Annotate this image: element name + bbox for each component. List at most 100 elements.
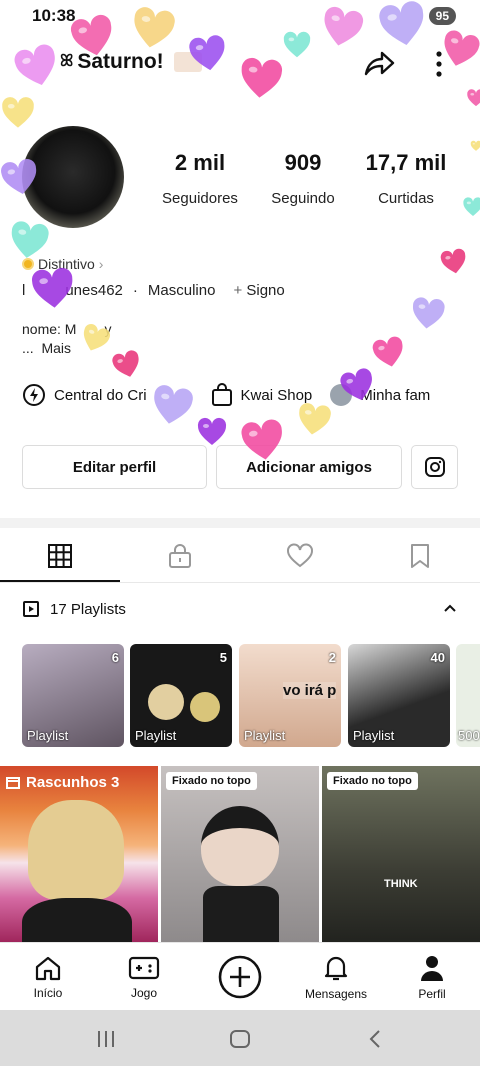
followers-label: Seguidores [162, 190, 238, 207]
recent-apps-icon[interactable] [96, 1030, 116, 1048]
playlist-card[interactable]: vo irá p 2 Playlist [239, 644, 341, 747]
likes-label: Curtidas [378, 190, 434, 207]
instagram-icon [424, 457, 445, 477]
nav-profile-label: Perfil [418, 986, 446, 1001]
bio-text: nome: M [22, 321, 77, 337]
heart-sticker-icon [463, 197, 480, 216]
playlist-card[interactable]: 5 Playlist [130, 644, 232, 747]
pinned-tag: Fixado no topo [327, 772, 418, 790]
heart-sticker-icon [440, 248, 466, 274]
tab-saved[interactable] [360, 530, 480, 582]
shopping-bag-icon [211, 383, 232, 406]
heart-sticker-icon [1, 159, 37, 195]
nav-messages-label: Mensagens [304, 986, 368, 1001]
grid-item-drafts[interactable]: Rascunhos 3 [0, 766, 158, 942]
heart-sticker-icon [14, 44, 55, 86]
playlists-title: 17 Playlists [50, 600, 126, 618]
tab-works[interactable] [0, 530, 120, 582]
gamepad-icon [128, 956, 160, 979]
chevron-right-icon: › [98, 256, 104, 272]
grid-item-pinned[interactable]: Fixado no topo THINK [322, 766, 480, 942]
heart-sticker-icon [241, 419, 282, 460]
bell-icon [324, 956, 348, 980]
heart-sticker-icon [134, 7, 175, 48]
stat-following[interactable]: 909 Seguindo [258, 150, 348, 207]
bottom-navigation: Início Jogo Mensagens Perfil [0, 942, 480, 1011]
heart-sticker-icon [283, 31, 311, 58]
drafts-title: Rascunhos 3 [26, 774, 120, 791]
playlists-header[interactable]: 17 Playlists [22, 600, 126, 618]
following-label: Seguindo [271, 190, 335, 207]
heart-sticker-icon [112, 350, 139, 377]
back-icon[interactable] [368, 1029, 382, 1049]
plus-icon [218, 955, 262, 999]
drafts-icon [6, 776, 20, 789]
sign-button[interactable]: + Signo [233, 282, 284, 299]
nav-messages[interactable]: Mensagens [288, 943, 384, 1011]
nav-game[interactable]: Jogo [96, 943, 192, 1011]
nav-game-label: Jogo [130, 985, 158, 1000]
lock-icon [169, 544, 191, 568]
likes-count: 17,7 mil [365, 150, 447, 175]
playlist-card[interactable]: 6 Playlist [22, 644, 124, 747]
playlist-count: 5 [219, 650, 227, 665]
heart-sticker-icon [154, 385, 193, 424]
playlist-label: Playlist [27, 728, 69, 743]
heart-sticker-icon [379, 1, 424, 46]
heart-sticker-icon [412, 297, 445, 329]
heart-sticker-icon [197, 417, 227, 445]
info-separator: · [132, 282, 138, 299]
system-navigation-bar [0, 1010, 480, 1066]
playlist-count: 40 [430, 650, 445, 665]
content-tabs [0, 530, 480, 583]
pinned-tag: Fixado no topo [166, 772, 257, 790]
profile-icon [421, 955, 443, 981]
gender-label: Masculino [147, 282, 216, 299]
grid-overlay-text: THINK [384, 878, 418, 890]
heart-sticker-icon [324, 6, 364, 46]
link-central-label: Central do Cri [54, 386, 147, 404]
link-shop[interactable]: Kwai Shop [211, 383, 312, 407]
grid-icon [48, 544, 72, 568]
link-central[interactable]: Central do Cri [22, 383, 147, 407]
heart-sticker-icon [241, 57, 283, 98]
nav-home[interactable]: Início [0, 943, 96, 1011]
playlist-count: 6 [111, 650, 119, 665]
heart-sticker-icon [470, 140, 480, 151]
instagram-button[interactable] [411, 445, 458, 489]
stat-followers[interactable]: 2 mil Seguidores [152, 150, 248, 207]
home-button-icon[interactable] [229, 1029, 251, 1049]
heart-sticker-icon [372, 336, 403, 367]
collapse-chevron-icon[interactable] [442, 600, 458, 621]
tab-private[interactable] [120, 530, 240, 582]
heart-sticker-icon [70, 14, 112, 56]
playlist-count: 500 [458, 728, 480, 743]
bookmark-icon [411, 544, 429, 568]
grid-item-pinned[interactable]: Fixado no topo [161, 766, 319, 942]
lightning-icon [23, 384, 45, 406]
playlist-label: Playlist [244, 728, 286, 743]
active-tab-indicator [0, 580, 120, 582]
edit-profile-button[interactable]: Editar perfil [22, 445, 207, 489]
playlist-card[interactable]: 500 [456, 644, 480, 747]
heart-sticker-icon [299, 403, 331, 435]
playlist-card[interactable]: 40 Playlist [348, 644, 450, 747]
nav-profile[interactable]: Perfil [384, 943, 480, 1011]
playlist-label: Playlist [135, 728, 177, 743]
stat-likes[interactable]: 17,7 mil Curtidas [356, 150, 456, 207]
battery-indicator: 95 [428, 7, 456, 25]
nav-home-label: Início [33, 985, 63, 1000]
home-icon [35, 956, 61, 980]
playlist-icon [23, 601, 39, 617]
heart-sticker-icon [31, 267, 73, 308]
heart-sticker-icon [2, 97, 34, 128]
tab-liked[interactable] [240, 530, 360, 582]
nav-create[interactable] [192, 943, 288, 1011]
playlist-count: 2 [328, 650, 336, 665]
heart-sticker-icon [11, 221, 49, 258]
playlist-label: Playlist [353, 728, 395, 743]
playlist-overlay-text: vo irá p [283, 682, 337, 699]
username-ornament-icon: ꕤ [60, 53, 74, 70]
following-count: 909 [284, 150, 322, 175]
section-divider [0, 518, 480, 528]
